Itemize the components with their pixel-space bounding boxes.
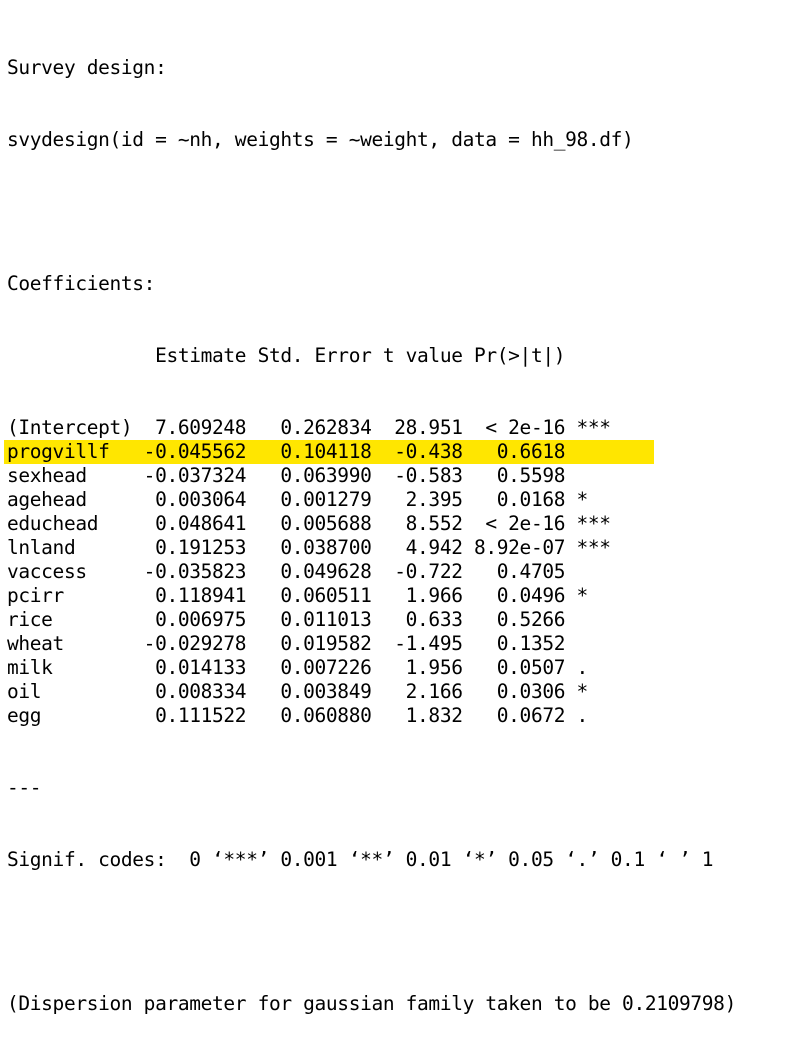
dispersion-note: (Dispersion parameter for gaussian famil…	[7, 992, 736, 1015]
coefficient-row-vaccess: vaccess -0.035823 0.049628 -0.722 0.4705	[7, 560, 566, 583]
signif-codes-legend: Signif. codes: 0 ‘***’ 0.001 ‘**’ 0.01 ‘…	[7, 848, 714, 871]
coefficient-row-oil: oil 0.008334 0.003849 2.166 0.0306 *	[7, 680, 588, 703]
highlighted-row-marker: progvillf -0.045562 0.104118 -0.438 0.66…	[4, 440, 654, 464]
coefficient-row-wheat: wheat -0.029278 0.019582 -1.495 0.1352	[7, 632, 566, 655]
coefficient-row-milk: milk 0.014133 0.007226 1.956 0.0507 .	[7, 656, 588, 679]
coefficient-row-educhead: educhead 0.048641 0.005688 8.552 < 2e-16…	[7, 512, 611, 535]
coefficient-row-lnland: lnland 0.191253 0.038700 4.942 8.92e-07 …	[7, 536, 611, 559]
svydesign-call: svydesign(id = ~nh, weights = ~weight, d…	[7, 128, 634, 151]
r-console-output: Survey design: svydesign(id = ~nh, weigh…	[4, 8, 736, 1040]
coefficient-row-rice: rice 0.006975 0.011013 0.633 0.5266	[7, 608, 566, 631]
coefficient-row-progvillf: progvillf -0.045562 0.104118 -0.438 0.66…	[4, 440, 736, 464]
coefficient-row-intercept: (Intercept) 7.609248 0.262834 28.951 < 2…	[7, 416, 611, 439]
coefficients-label: Coefficients:	[7, 272, 156, 295]
coefficient-row-pcirr: pcirr 0.118941 0.060511 1.966 0.0496 *	[7, 584, 588, 607]
coefficient-row-agehead: agehead 0.003064 0.001279 2.395 0.0168 *	[7, 488, 588, 511]
separator-line: ---	[7, 776, 42, 799]
survey-design-label: Survey design:	[7, 56, 167, 79]
coefficient-row-sexhead: sexhead -0.037324 0.063990 -0.583 0.5598	[7, 464, 566, 487]
coefficient-row-egg: egg 0.111522 0.060880 1.832 0.0672 .	[7, 704, 588, 727]
coefficient-table: (Intercept) 7.609248 0.262834 28.951 < 2…	[4, 416, 736, 728]
coefficient-table-header: Estimate Std. Error t value Pr(>|t|)	[7, 344, 566, 367]
